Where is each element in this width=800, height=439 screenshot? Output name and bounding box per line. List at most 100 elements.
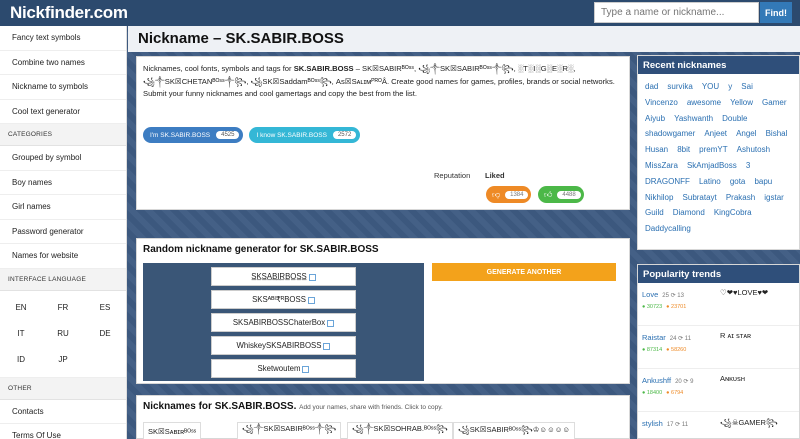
sidebar-item-cool-text[interactable]: Cool text generator (0, 100, 126, 124)
recent-nickname-link[interactable]: Gamer (762, 98, 786, 107)
trend-votes: ● 18400 ● 6794 (642, 390, 684, 396)
recent-nickname-link[interactable]: Prakash (726, 193, 755, 202)
recent-nickname-link[interactable]: shadowgamer (645, 129, 695, 138)
recent-nickname-link[interactable]: Yellow (730, 98, 753, 107)
sidebar-item-combine-names[interactable]: Combine two names (0, 51, 126, 75)
recent-nickname-link[interactable]: Diamond (673, 208, 705, 217)
recent-nickname-link[interactable]: Daddycalling (645, 224, 691, 233)
nickname-chip[interactable]: ꧁SK☒SABIRᴮᴼˢˢ꧂♔☺☺☺☺ (453, 422, 576, 439)
copy-icon (307, 297, 315, 304)
recent-nickname-link[interactable]: YOU (702, 82, 719, 91)
recent-nickname-link[interactable]: Double (722, 114, 747, 123)
trend-name: Raistar (642, 333, 666, 342)
generator-result[interactable]: SKSABIRBOSSChaterBox (211, 313, 356, 332)
nickname-chip[interactable]: SK☒Sᴀʙɪʀᴮᴼˢˢ (143, 422, 202, 439)
sidebar-item-website-names[interactable]: Names for website (0, 244, 126, 269)
sidebar-item-terms[interactable]: Terms Of Use (0, 424, 126, 439)
recent-nickname-link[interactable]: Angel (736, 129, 756, 138)
site-logo[interactable]: Nickfinder.com (0, 3, 130, 23)
recent-nickname-link[interactable]: Guild (645, 208, 664, 217)
sidebar-item-boy-names[interactable]: Boy names (0, 171, 126, 195)
sidebar-item-grouped-symbol[interactable]: Grouped by symbol (0, 146, 126, 171)
recent-nickname-link[interactable]: Yashwanth (674, 114, 713, 123)
find-button[interactable]: Find! (760, 2, 792, 23)
trend-name: stylish (642, 419, 663, 428)
lang-de[interactable]: DE (84, 321, 126, 347)
lang-ru[interactable]: RU (42, 321, 84, 347)
recent-nickname-link[interactable]: Bishal (766, 129, 788, 138)
thumb-down-icon: 👎︎ (492, 189, 501, 199)
sidebar-item-contacts[interactable]: Contacts (0, 400, 126, 424)
sidebar-item-fancy-text[interactable]: Fancy text symbols (0, 26, 126, 51)
nickname-chip[interactable]: ꧁༒SK☒SOHRAB.ᴮᴼˢˢ꧂ (347, 422, 453, 439)
recent-nickname-link[interactable]: awesome (687, 98, 721, 107)
copy-icon (302, 366, 310, 373)
recent-nickname-link[interactable]: bapu (754, 177, 772, 186)
popularity-trends-panel: Popularity trends Love 25 ⟳ 13 ♡❤︎♥LOVE♥❤… (637, 264, 800, 439)
recent-nickname-link[interactable]: 8bit (677, 145, 690, 154)
recent-nickname-link[interactable]: Anjeet (704, 129, 727, 138)
vote-up-button[interactable]: 👍︎ 4488 (538, 186, 584, 203)
intro-text: Nicknames, cool fonts, symbols and tags … (143, 64, 615, 98)
sidebar-item-nickname-symbols[interactable]: Nickname to symbols (0, 75, 126, 100)
i-know-nickname-button[interactable]: I know SK.SABIR.BOSS 2572 (249, 127, 361, 143)
recent-nickname-link[interactable]: MissZara (645, 161, 678, 170)
generator-result[interactable]: S̲K̲S̲A̲B̲I̲R̲B̲O̲S̲S̲ (211, 267, 356, 286)
recent-nickname-link[interactable]: Ashutosh (737, 145, 770, 154)
lang-it[interactable]: IT (0, 321, 42, 347)
generator-result[interactable]: Sketwoutem (211, 359, 356, 378)
trend-item[interactable]: Raistar 24 ⟳ 11 R ᴀɪ ꜱᴛᴀʀ ● 87314 ● 58260 (638, 326, 799, 369)
trend-item[interactable]: Ankushff 20 ⟳ 9 Aɴᴋᴜꜱʜ ● 18400 ● 6794 (638, 369, 799, 412)
recent-nickname-link[interactable]: Vincenzo (645, 98, 678, 107)
site-header: Nickfinder.com Find! (0, 0, 800, 26)
trend-item[interactable]: Love 25 ⟳ 13 ♡❤︎♥LOVE♥❤︎ ● 30723 ● 23701 (638, 283, 799, 326)
reputation-label: Reputation (434, 171, 471, 180)
sidebar-item-girl-names[interactable]: Girl names (0, 195, 126, 220)
page-title: Nickname – SK.SABIR.BOSS (138, 30, 344, 47)
generate-another-button[interactable]: Generate another (432, 263, 616, 281)
language-heading: Interface language (0, 268, 126, 291)
lang-jp[interactable]: JP (42, 347, 84, 373)
recent-nickname-link[interactable]: gota (730, 177, 746, 186)
recent-nickname-link[interactable]: y (728, 82, 732, 91)
copy-icon (308, 274, 316, 281)
recent-nickname-link[interactable]: Aiyub (645, 114, 665, 123)
lang-en[interactable]: EN (0, 295, 42, 321)
language-grid: EN FR ES IT RU DE ID JP (0, 291, 126, 378)
recent-nickname-link[interactable]: premYT (699, 145, 727, 154)
trend-nickname: ♡❤︎♥LOVE♥❤︎ (720, 288, 769, 297)
trend-item[interactable]: stylish 17 ⟳ 11 ꧁☠︎GAMER꧂ (638, 412, 799, 439)
recent-nickname-link[interactable]: 3 (746, 161, 750, 170)
trend-name: Love (642, 290, 659, 299)
vote-down-button[interactable]: 👎︎ 1384 (486, 186, 532, 203)
recent-nickname-link[interactable]: DRAGONFF (645, 177, 690, 186)
recent-nickname-link[interactable]: Subratayt (683, 193, 717, 202)
lang-es[interactable]: ES (84, 295, 126, 321)
identity-pills: I'm SK.SABIR.BOSS 4525 I know SK.SABIR.BO… (143, 127, 366, 143)
recent-nickname-link[interactable]: Nikhilop (645, 193, 673, 202)
trend-votes: ● 87314 ● 58260 (642, 347, 687, 353)
recent-nickname-link[interactable]: Sai (741, 82, 753, 91)
trend-meta: 24 ⟳ 11 (669, 336, 692, 342)
lang-fr[interactable]: FR (42, 295, 84, 321)
left-sidebar: Fancy text symbols Combine two names Nic… (0, 26, 127, 439)
generator-result[interactable]: WhiskeySKSABIRBOSS (211, 336, 356, 355)
im-nickname-button[interactable]: I'm SK.SABIR.BOSS 4525 (143, 127, 244, 143)
generator-title: Random nickname generator for SK.SABIR.B… (143, 244, 379, 255)
recent-nickname-link[interactable]: Husan (645, 145, 668, 154)
lang-id[interactable]: ID (0, 347, 42, 373)
generator-result[interactable]: SKSᴬᴮᴵ₹ᴿBOSS (211, 290, 356, 309)
trend-nickname: ꧁☠︎GAMER꧂ (720, 418, 778, 427)
trends-heading: Popularity trends (638, 265, 799, 283)
recent-nickname-link[interactable]: igstar (764, 193, 784, 202)
nickname-chip[interactable]: ꧁༒SK☒SABIRᴮᴼˢˢ༒꧂ (237, 422, 342, 439)
vote-down-count: 1384 (505, 190, 529, 199)
search-input[interactable] (594, 2, 759, 23)
recent-nickname-link[interactable]: KingCobra (714, 208, 752, 217)
recent-nickname-link[interactable]: Latino (699, 177, 721, 186)
recent-nickname-link[interactable]: SkAmjadBoss (687, 161, 737, 170)
recent-nickname-link[interactable]: dad (645, 82, 658, 91)
recent-nickname-link[interactable]: survika (667, 82, 692, 91)
liked-label: Liked (485, 171, 505, 180)
sidebar-item-password-generator[interactable]: Password generator (0, 220, 126, 244)
